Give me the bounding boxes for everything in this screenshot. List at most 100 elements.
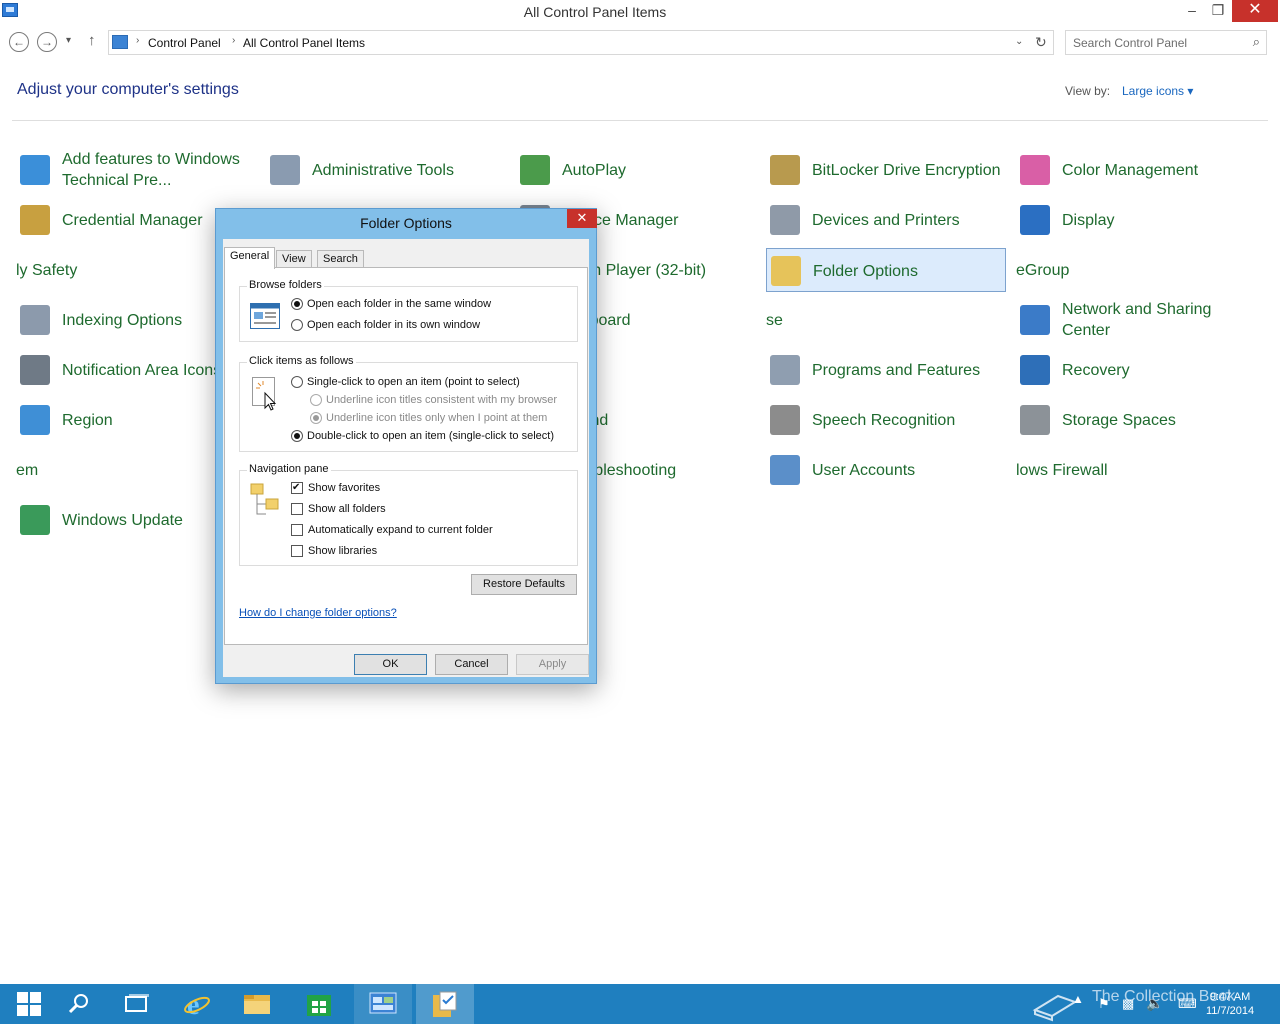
page-title: Adjust your computer's settings	[17, 81, 239, 98]
item-programs-and-features[interactable]: Programs and Features	[766, 348, 1006, 392]
control-panel-taskbar-button[interactable]	[354, 984, 412, 1024]
folder-options-taskbar-button[interactable]	[416, 984, 474, 1024]
taskbar: e ▲ The Collection Book ⚑ ▩ 🔈 ⌨ 9:47 AM …	[0, 984, 1280, 1024]
item-devices-and-printers[interactable]: Devices and Printers	[766, 198, 1006, 242]
double-click-option[interactable]: Double-click to open an item (single-cli…	[291, 430, 554, 442]
underline-point-radio[interactable]	[310, 412, 322, 424]
forward-button[interactable]: →	[37, 32, 57, 52]
browse-same-window-option[interactable]: Open each folder in the same window	[291, 298, 491, 310]
network-sharing-icon	[1020, 305, 1050, 335]
window-preview-icon	[250, 303, 280, 329]
item-label: Programs and Features	[812, 361, 981, 379]
item-network-and-sharing-center[interactable]: Network and Sharing Center	[1016, 298, 1256, 342]
show-favorites-option[interactable]: Show favorites	[291, 482, 380, 494]
item-autoplay[interactable]: AutoPlay	[516, 148, 756, 192]
item-storage-spaces[interactable]: Storage Spaces	[1016, 398, 1256, 442]
tab-general[interactable]: General	[224, 247, 276, 269]
single-click-radio[interactable]	[291, 376, 303, 388]
item-se[interactable]: se	[766, 298, 1006, 342]
item-label: Add features to Windows Technical Pre...	[62, 151, 240, 189]
tab-view[interactable]: View	[276, 250, 312, 268]
store-button[interactable]	[290, 984, 348, 1024]
ok-button[interactable]: OK	[354, 654, 427, 675]
clock[interactable]: 9:47 AM 11/7/2014	[1206, 990, 1254, 1018]
dialog-close-button[interactable]: ✕	[567, 209, 597, 228]
item-lows-firewall[interactable]: lows Firewall	[1016, 448, 1256, 492]
item-display[interactable]: Display	[1016, 198, 1256, 242]
pointer-icon	[252, 377, 277, 411]
volume-icon[interactable]: 🔈	[1146, 995, 1163, 1024]
item-color-management[interactable]: Color Management	[1016, 148, 1256, 192]
double-click-radio[interactable]	[291, 430, 303, 442]
breadcrumb-separator[interactable]: ›	[232, 35, 235, 46]
item-add-features-to-windows-technical-pre[interactable]: Add features to Windows Technical Pre...	[16, 148, 256, 192]
keyboard-icon[interactable]: ⌨	[1178, 996, 1197, 1024]
clock-time: 9:47 AM	[1209, 991, 1251, 1003]
up-button[interactable]: ↑	[88, 32, 96, 49]
double-click-label: Double-click to open an item (single-cli…	[307, 430, 554, 442]
search-input[interactable]	[1073, 34, 1243, 52]
task-view-button[interactable]	[108, 984, 166, 1024]
store-icon	[307, 995, 331, 1016]
help-link[interactable]: How do I change folder options?	[239, 607, 397, 619]
minimize-button[interactable]: –	[1178, 0, 1206, 22]
address-bar[interactable]: › Control Panel › All Control Panel Item…	[108, 30, 1054, 55]
browse-own-window-option[interactable]: Open each folder in its own window	[291, 319, 480, 331]
single-click-option[interactable]: Single-click to open an item (point to s…	[291, 376, 520, 388]
autoplay-icon	[520, 155, 550, 185]
cancel-button[interactable]: Cancel	[435, 654, 508, 675]
show-favorites-checkbox[interactable]	[291, 482, 303, 494]
restore-defaults-button[interactable]: Restore Defaults	[471, 574, 577, 595]
item-egroup[interactable]: eGroup	[1016, 248, 1256, 292]
dialog-title: Folder Options	[360, 215, 452, 231]
show-all-folders-option[interactable]: Show all folders	[291, 503, 386, 515]
item-label: Display	[1062, 211, 1115, 229]
action-center-icon[interactable]: ⚑	[1098, 996, 1110, 1024]
back-button[interactable]: ←	[9, 32, 29, 52]
show-libraries-option[interactable]: Show libraries	[291, 545, 377, 557]
show-favorites-label: Show favorites	[308, 482, 381, 494]
show-libraries-checkbox[interactable]	[291, 545, 303, 557]
recovery-icon	[1020, 355, 1050, 385]
search-icon[interactable]: ⌕	[1253, 34, 1260, 50]
internet-explorer-button[interactable]: e	[168, 984, 226, 1024]
show-all-folders-checkbox[interactable]	[291, 503, 303, 515]
item-label: BitLocker Drive Encryption	[812, 161, 1001, 179]
browse-same-window-radio[interactable]	[291, 298, 303, 310]
underline-browser-label: Underline icon titles consistent with my…	[326, 394, 558, 406]
address-dropdown-icon[interactable]: ⌄	[1015, 36, 1023, 47]
tab-search[interactable]: Search	[317, 250, 364, 268]
search-taskbar-button[interactable]	[50, 984, 108, 1024]
item-speech-recognition[interactable]: Speech Recognition	[766, 398, 1006, 442]
breadcrumb-control-panel[interactable]: Control Panel	[148, 36, 221, 50]
breadcrumb-all-items[interactable]: All Control Panel Items	[243, 36, 365, 50]
item-administrative-tools[interactable]: Administrative Tools	[266, 148, 506, 192]
item-label: Recovery	[1062, 361, 1130, 379]
search-box[interactable]: ⌕	[1065, 30, 1267, 55]
item-folder-options[interactable]: Folder Options	[766, 248, 1006, 292]
navigation-pane-legend: Navigation pane	[247, 463, 331, 475]
maximize-button[interactable]: ❐	[1204, 0, 1232, 22]
recent-locations-dropdown[interactable]: ▾	[66, 35, 71, 46]
underline-browser-option[interactable]: Underline icon titles consistent with my…	[310, 394, 557, 406]
apply-button[interactable]: Apply	[516, 654, 589, 675]
auto-expand-option[interactable]: Automatically expand to current folder	[291, 524, 493, 536]
network-icon[interactable]: ▩	[1122, 996, 1134, 1024]
task-view-icon	[125, 994, 149, 1012]
item-recovery[interactable]: Recovery	[1016, 348, 1256, 392]
item-label: Devices and Printers	[812, 211, 960, 229]
browse-own-window-radio[interactable]	[291, 319, 303, 331]
tray-show-hidden-icon[interactable]: ▲	[1072, 992, 1084, 1024]
folder-options-icon	[433, 991, 457, 1017]
close-button[interactable]: ✕	[1232, 0, 1278, 22]
underline-point-option[interactable]: Underline icon titles only when I point …	[310, 412, 547, 424]
refresh-icon[interactable]: ↻	[1035, 34, 1047, 51]
item-user-accounts[interactable]: User Accounts	[766, 448, 1006, 492]
dialog-body: General View Search Browse folders Open …	[223, 239, 589, 677]
breadcrumb-separator[interactable]: ›	[136, 35, 139, 46]
item-bitlocker-drive-encryption[interactable]: BitLocker Drive Encryption	[766, 148, 1006, 192]
view-by-dropdown[interactable]: Large icons	[1122, 84, 1193, 98]
underline-browser-radio[interactable]	[310, 394, 322, 406]
file-explorer-button[interactable]	[228, 984, 286, 1024]
auto-expand-checkbox[interactable]	[291, 524, 303, 536]
